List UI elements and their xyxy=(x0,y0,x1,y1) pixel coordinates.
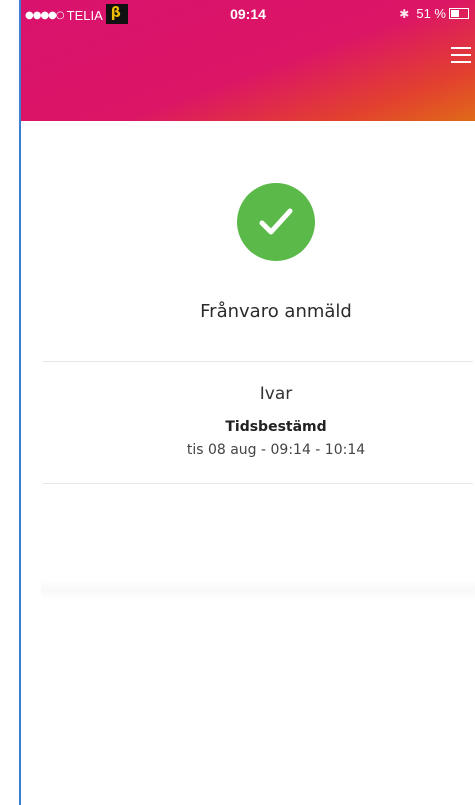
checkmark-icon xyxy=(259,208,293,235)
confirmation-title-wrap: Frånvaro anmäld xyxy=(21,301,475,322)
app-screen: ●●●●○ TELIA β 09:14 ✱ 51 % Frånvaro anmä… xyxy=(19,0,475,805)
background-band xyxy=(41,580,475,600)
absence-person-name: Ivar xyxy=(259,384,293,404)
divider-bottom xyxy=(43,483,473,484)
status-right: ✱ 51 % xyxy=(399,6,469,21)
hamburger-menu-icon[interactable] xyxy=(451,47,473,65)
battery-percent: 51 % xyxy=(416,6,446,21)
bluetooth-icon: ✱ xyxy=(399,6,410,21)
battery-icon xyxy=(449,8,469,19)
divider-top xyxy=(43,361,473,362)
confirmation-title: Frånvaro anmäld xyxy=(200,301,352,322)
app-header: ●●●●○ TELIA β 09:14 ✱ 51 % xyxy=(21,0,475,121)
absence-type: Tidsbestämd xyxy=(225,419,327,435)
status-bar: ●●●●○ TELIA β 09:14 ✱ 51 % xyxy=(21,0,475,26)
success-badge xyxy=(237,183,315,261)
absence-period: tis 08 aug - 09:14 - 10:14 xyxy=(186,442,366,458)
